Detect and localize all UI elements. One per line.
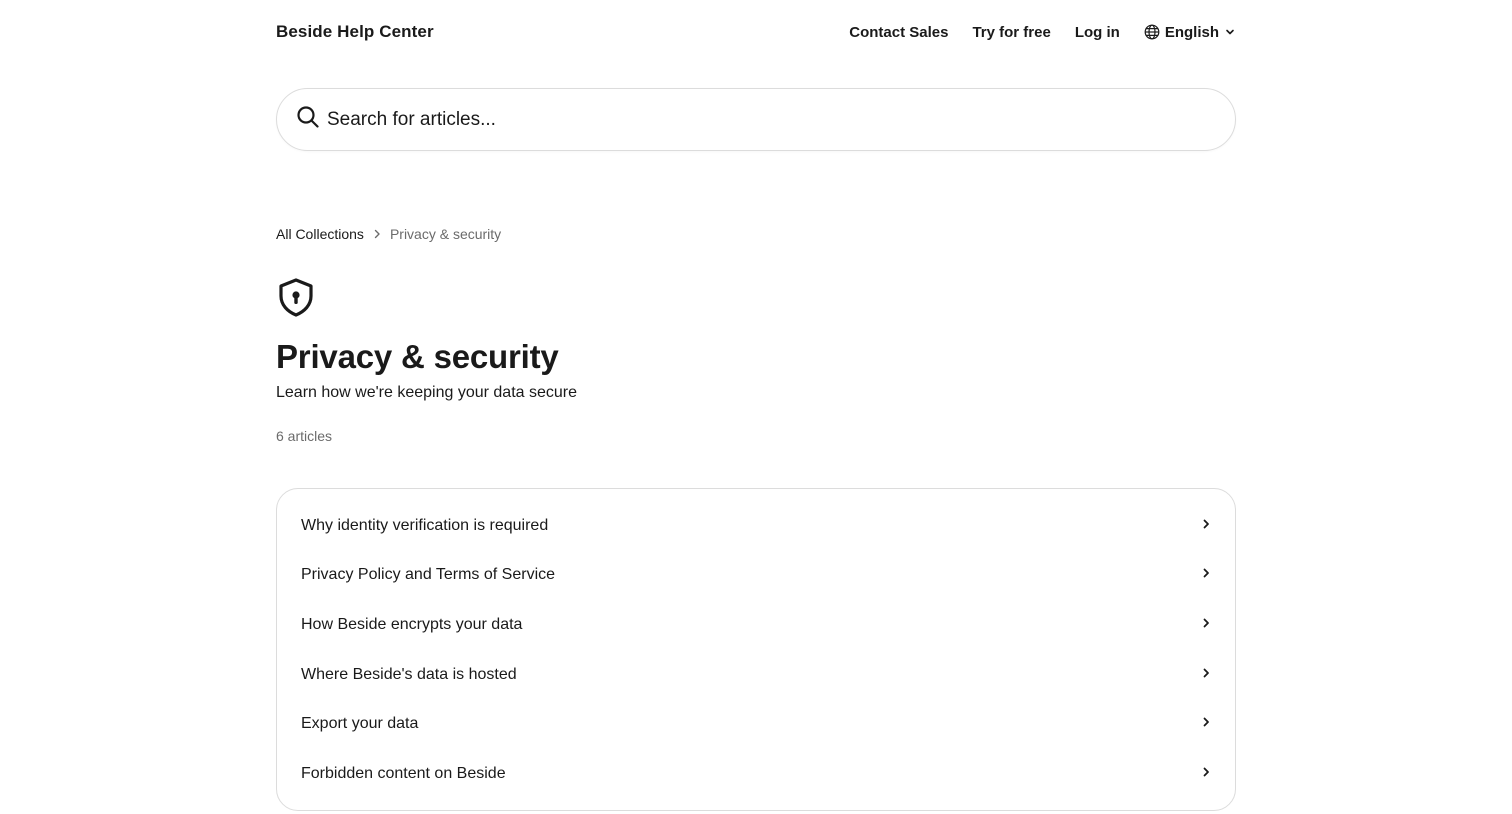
chevron-right-icon (1201, 517, 1211, 535)
chevron-down-icon (1224, 26, 1236, 38)
article-link[interactable]: Privacy Policy and Terms of Service (277, 551, 1235, 601)
article-link[interactable]: Forbidden content on Beside (277, 749, 1235, 799)
breadcrumb-current: Privacy & security (389, 226, 502, 242)
chevron-right-icon (373, 229, 381, 239)
contact-sales-link[interactable]: Contact Sales (849, 24, 948, 41)
article-title: Why identity verification is required (301, 516, 549, 534)
chevron-right-icon (1201, 666, 1211, 684)
globe-icon (1144, 24, 1160, 40)
breadcrumb-all-collections[interactable]: All Collections (276, 226, 364, 242)
article-link[interactable]: Where Beside's data is hosted (277, 650, 1235, 700)
try-for-free-link[interactable]: Try for free (972, 24, 1050, 41)
chevron-right-icon (1201, 616, 1211, 634)
search-input[interactable] (327, 108, 1207, 131)
article-title: How Beside encrypts your data (301, 615, 523, 633)
article-title: Privacy Policy and Terms of Service (301, 566, 556, 584)
language-label: English (1164, 23, 1219, 41)
article-title: Where Beside's data is hosted (301, 665, 517, 683)
article-link[interactable]: Export your data (277, 699, 1235, 749)
article-count: 6 articles (276, 428, 333, 444)
site-header: Beside Help Center Contact Sales Try for… (276, 0, 1236, 64)
chevron-right-icon (1201, 715, 1211, 733)
page-title: Privacy & security (276, 338, 559, 375)
breadcrumb: All Collections Privacy & security (276, 225, 1236, 243)
shield-lock-icon (276, 277, 316, 317)
article-title: Forbidden content on Beside (301, 764, 506, 782)
collection-description: Learn how we're keeping your data secure (276, 384, 578, 401)
brand-link[interactable]: Beside Help Center (276, 22, 434, 42)
article-link[interactable]: How Beside encrypts your data (277, 600, 1235, 650)
article-list: Why identity verification is required Pr… (276, 488, 1236, 811)
article-title: Export your data (301, 715, 419, 733)
log-in-link[interactable]: Log in (1075, 24, 1120, 41)
chevron-right-icon (1201, 765, 1211, 783)
help-center-page: Beside Help Center Contact Sales Try for… (0, 0, 1512, 814)
article-link[interactable]: Why identity verification is required (277, 501, 1235, 551)
chevron-right-icon (1201, 566, 1211, 584)
header-nav: Contact Sales Try for free Log in Englis… (849, 24, 1236, 41)
search-bar[interactable] (276, 88, 1236, 151)
language-selector[interactable]: English (1144, 24, 1236, 41)
search-icon (296, 105, 320, 134)
